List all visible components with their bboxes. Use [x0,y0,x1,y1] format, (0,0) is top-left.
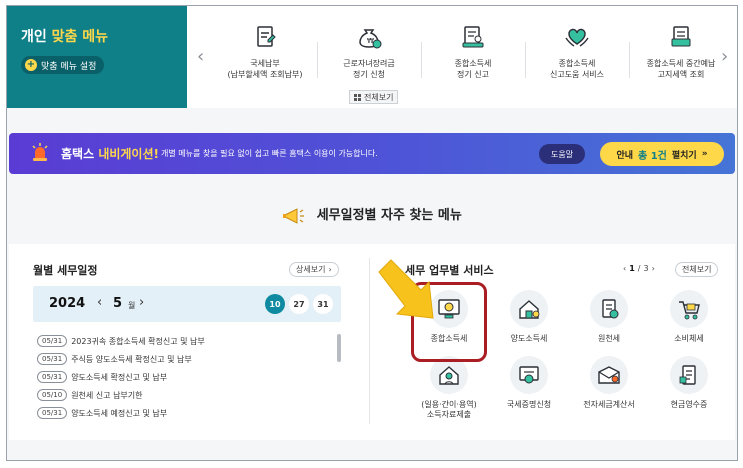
service-consumption-tax[interactable]: 소비체세 [650,290,728,344]
next-page-button[interactable]: › [652,264,655,273]
day-chip[interactable]: 27 [289,294,309,314]
schedule-item[interactable]: 05/31 양도소득세 확정신고 및 납부 [37,370,167,384]
employment-report-icon [439,366,459,385]
document-edit-icon [257,26,276,47]
service-income-data-submission[interactable]: (일용·간이·용역) 소득자료제출 [410,356,488,420]
schedule-item[interactable]: 05/31 2023귀속 종합소득세 확정신고 및 납부 [37,334,205,348]
month-unit: 월 [128,301,136,310]
service-capital-gains-tax[interactable]: 양도소득세 [490,290,568,344]
prev-page-button[interactable]: ‹ [623,264,626,273]
day-chip[interactable]: 31 [313,294,333,314]
withholding-icon [602,299,619,319]
chevron-right-icon: › [328,265,332,274]
house-transfer-icon [519,300,540,319]
schedule-detail-button[interactable]: 상세보기 › [289,262,339,277]
personal-menu-panel: 개인 맞춤 메뉴 + 맞춤 메뉴 설정 [7,6,187,108]
calendar-year: 2024 [49,296,86,311]
help-button[interactable]: 도움말 [539,144,586,164]
pointer-arrow-icon [378,259,434,319]
document-list-icon [671,26,691,47]
quick-menu-view-all-button[interactable]: 전체보기 [349,90,399,104]
nav-banner-title: 홈택스 내비게이션! [61,147,159,161]
tax-filing-icon [462,26,484,48]
schedule-date: 05/31 [37,407,68,419]
megaphone-icon [283,207,305,224]
quick-menu-item-interim-tax[interactable]: 종합소득세 중간예납 고지세액 조회 [629,24,733,80]
certificate-icon [519,366,539,384]
next-month-button[interactable]: › [139,295,144,310]
service-e-tax-invoice[interactable]: 전자세금계산서 [570,356,648,410]
siren-icon [32,143,48,161]
divider [369,258,370,424]
prev-month-button[interactable]: ‹ [97,295,102,310]
shopping-cart-icon [679,301,700,320]
quick-menu-prev-button[interactable]: ‹ [197,46,204,67]
schedule-date: 05/31 [37,335,68,347]
top-quick-menu-strip: 개인 맞춤 메뉴 + 맞춤 메뉴 설정 ‹ › 국세납부 (납부할세액 조회납부… [7,6,737,108]
month-selector: 2024 ‹ 5 월 › 10 27 31 [33,286,341,322]
section-title: 세무일정별 자주 찾는 메뉴 [7,204,737,226]
monthly-schedule-heading: 월별 세무일정 [33,264,98,277]
plus-icon: + [25,59,37,71]
notice-expand-button[interactable]: 안내 총 1건 펼치기 » [600,142,724,166]
schedule-date: 05/31 [37,353,68,365]
services-view-all-button[interactable]: 전체보기 [675,262,719,277]
personal-menu-title: 개인 맞춤 메뉴 [21,29,109,45]
schedule-item[interactable]: 05/31 주식등 양도소득세 확정신고 및 납부 [37,352,192,366]
menu-settings-button[interactable]: + 맞춤 메뉴 설정 [21,56,105,74]
quick-menu-item-tax-payment[interactable]: 국세납부 (납부할세액 조회납부) [213,24,317,80]
grid-icon [354,93,361,101]
schedule-date: 05/10 [37,389,68,401]
quick-menu-item-income-tax-filing[interactable]: 종합소득세 정기 신고 [421,24,525,80]
day-chip[interactable]: 10 [265,294,285,314]
quick-menu-item-incentive[interactable]: ₩ 근로자녀장려금 정기 신청 [317,24,421,80]
hometax-main: 개인 맞춤 메뉴 + 맞춤 메뉴 설정 ‹ › 국세납부 (납부할세액 조회납부… [6,5,738,461]
hometax-navigation-banner: 홈택스 내비게이션! 개별 메뉴를 찾을 필요 없이 쉽고 빠른 홈택스 이용이… [9,133,735,174]
services-pager: ‹ 1/3 › [623,264,655,273]
service-cash-receipt[interactable]: 현금영수증 [650,356,728,410]
service-tax-certificate[interactable]: 국세증명신청 [490,356,568,410]
nav-banner-description: 개별 메뉴를 찾을 필요 없이 쉽고 빠른 홈택스 이용이 가능합니다. [161,149,378,158]
schedule-date: 05/31 [37,371,68,383]
lower-panel: 월별 세무일정 상세보기 › 2024 ‹ 5 월 › 10 27 31 05/… [9,244,735,440]
heart-hands-icon [565,28,589,47]
schedule-item[interactable]: 05/31 양도소득세 예정신고 및 납부 [37,406,167,420]
service-withholding-tax[interactable]: 원천세 [570,290,648,344]
schedule-item[interactable]: 05/10 원천세 신고 납부기한 [37,388,143,402]
e-invoice-icon [598,366,620,384]
chevron-down-icon: » [701,149,708,159]
schedule-scrollbar[interactable] [337,334,341,362]
notice-count: 총 1건 [638,150,667,162]
money-bag-icon: ₩ [359,29,382,49]
quick-menu-item-filing-help[interactable]: 종합소득세 신고도움 서비스 [525,24,629,80]
cash-receipt-icon [679,365,696,385]
calendar-month: 5 [113,296,123,311]
